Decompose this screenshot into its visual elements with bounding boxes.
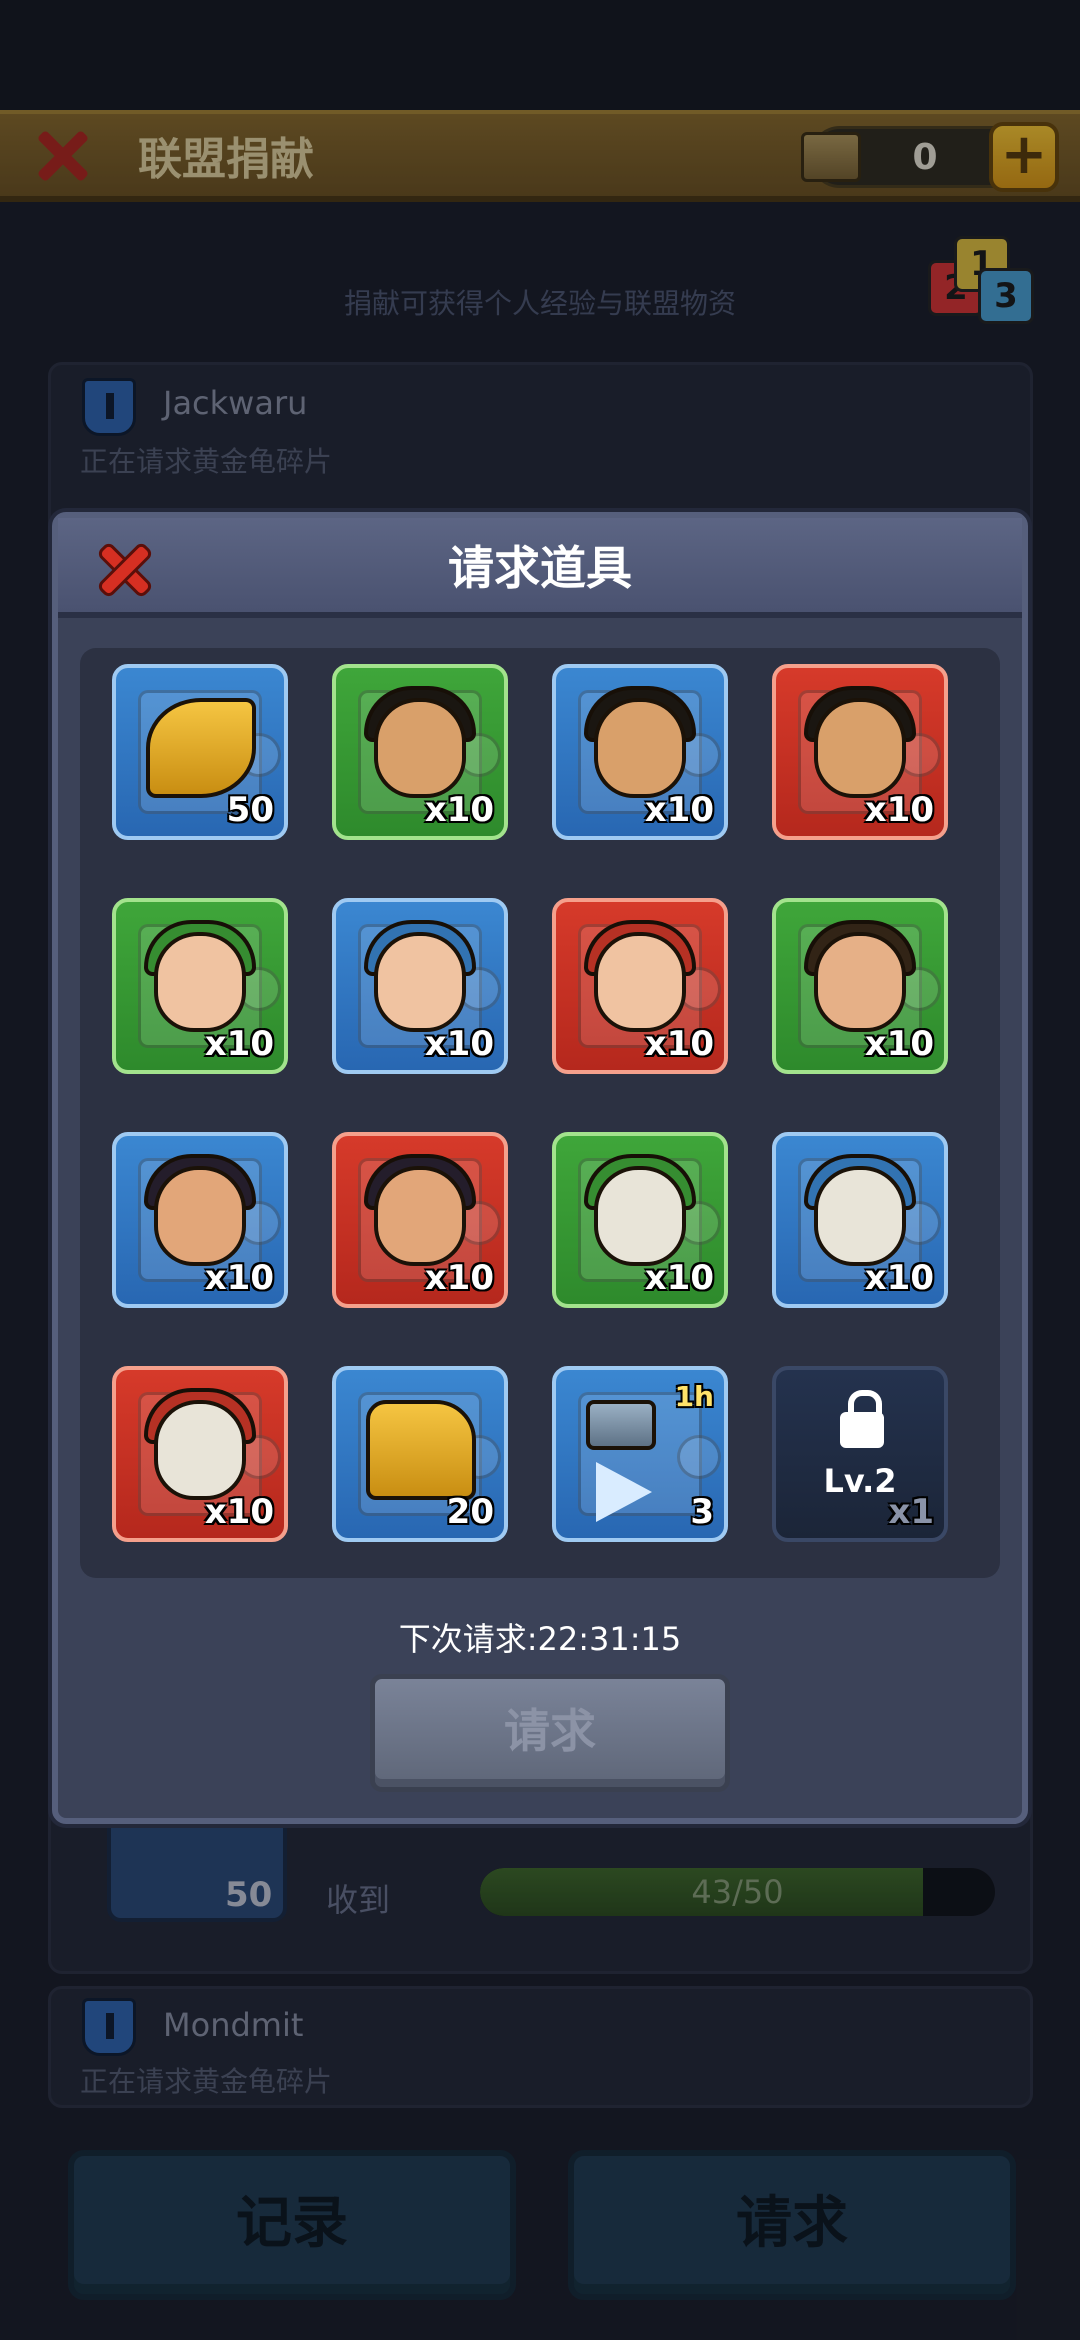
item-count: x10 bbox=[204, 1024, 274, 1064]
hero-face-shape bbox=[814, 1166, 906, 1266]
item-count: x10 bbox=[644, 1258, 714, 1298]
item-slot[interactable]: x10 bbox=[772, 1132, 948, 1308]
hero-face-shape bbox=[154, 932, 246, 1032]
hero-face-shape bbox=[374, 932, 466, 1032]
close-icon[interactable] bbox=[94, 540, 154, 600]
dialog-title: 请求道具 bbox=[448, 541, 632, 595]
item-slot[interactable]: 20 bbox=[332, 1366, 508, 1542]
hero-face-shape bbox=[154, 1400, 246, 1500]
item-count: x10 bbox=[424, 790, 494, 830]
item-slot[interactable]: x10 bbox=[332, 664, 508, 840]
item-count: x1 bbox=[888, 1492, 934, 1532]
speedup-arrow-shape bbox=[596, 1462, 652, 1522]
item-slot[interactable]: 50 bbox=[112, 664, 288, 840]
hero-face-shape bbox=[594, 932, 686, 1032]
item-count: 50 bbox=[226, 790, 274, 830]
item-count: x10 bbox=[864, 1258, 934, 1298]
request-button[interactable]: 请求 bbox=[370, 1674, 730, 1792]
item-count: x10 bbox=[424, 1024, 494, 1064]
duration-badge: 1h bbox=[674, 1380, 714, 1413]
item-slot[interactable]: x10 bbox=[112, 1132, 288, 1308]
dialog-header: 请求道具 bbox=[58, 518, 1022, 618]
item-count: x10 bbox=[204, 1258, 274, 1298]
item-slot[interactable]: x10 bbox=[332, 1132, 508, 1308]
item-slot[interactable]: x10 bbox=[772, 664, 948, 840]
item-slot[interactable]: Lv.2 x1 bbox=[772, 1366, 948, 1542]
item-count: x10 bbox=[864, 790, 934, 830]
hero-face-shape bbox=[594, 698, 686, 798]
next-request-timer: 下次请求:22:31:15 bbox=[398, 1620, 682, 1658]
golden-shape bbox=[366, 1400, 476, 1500]
hero-face-shape bbox=[374, 698, 466, 798]
lock-icon bbox=[840, 1390, 884, 1448]
item-count: x10 bbox=[424, 1258, 494, 1298]
item-slot[interactable]: x10 bbox=[552, 898, 728, 1074]
item-slot[interactable]: x10 bbox=[332, 898, 508, 1074]
item-count: x10 bbox=[204, 1492, 274, 1532]
item-slot[interactable]: x10 bbox=[772, 898, 948, 1074]
hammer-shape bbox=[586, 1400, 656, 1450]
hero-face-shape bbox=[154, 1166, 246, 1266]
item-count: x10 bbox=[644, 1024, 714, 1064]
hero-face-shape bbox=[374, 1166, 466, 1266]
item-grid: 50 x10 x10 x10 x10 x10 x10 x10 x10 x10 x10 x10 x10 20… bbox=[80, 648, 1000, 1578]
item-slot[interactable]: x10 bbox=[552, 664, 728, 840]
item-slot[interactable]: x10 bbox=[112, 1366, 288, 1542]
hero-face-shape bbox=[814, 932, 906, 1032]
hero-face-shape bbox=[594, 1166, 686, 1266]
item-count: x10 bbox=[864, 1024, 934, 1064]
golden-shape bbox=[146, 698, 256, 798]
item-slot[interactable]: x10 bbox=[112, 898, 288, 1074]
item-count: 3 bbox=[690, 1492, 714, 1532]
item-slot[interactable]: 1h 3 bbox=[552, 1366, 728, 1542]
request-items-dialog: 请求道具 50 x10 x10 x10 x10 x10 x10 x10 x10 x10 x10 x10… bbox=[52, 512, 1028, 1824]
item-count: 20 bbox=[446, 1492, 494, 1532]
hero-face-shape bbox=[814, 698, 906, 798]
item-count: x10 bbox=[644, 790, 714, 830]
item-slot[interactable]: x10 bbox=[552, 1132, 728, 1308]
